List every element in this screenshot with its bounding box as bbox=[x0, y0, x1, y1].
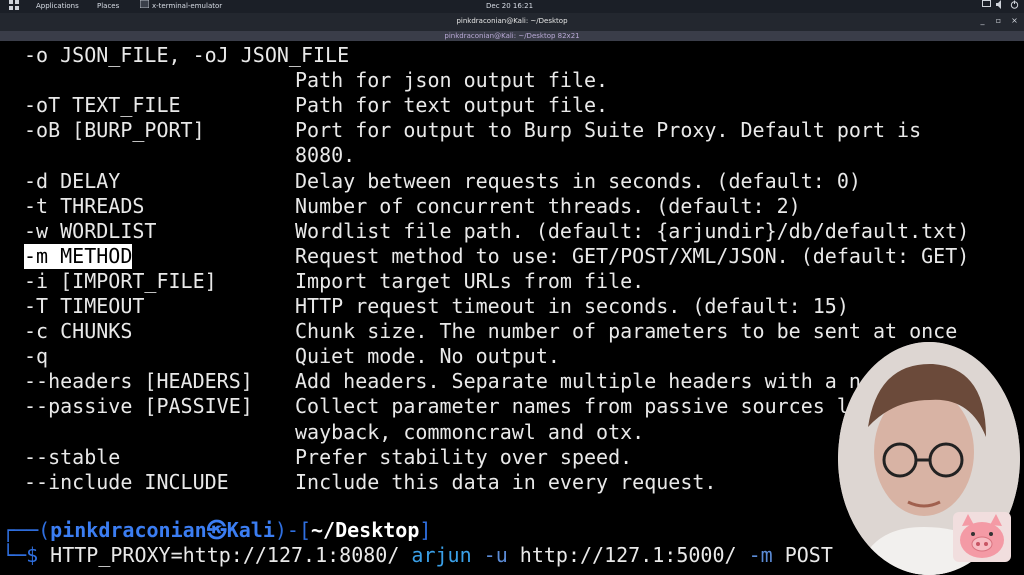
option-description: Add headers. Separate multiple headers w… bbox=[295, 369, 861, 394]
option-flag: -T TIMEOUT bbox=[24, 294, 145, 318]
option-description: Import target URLs from file. bbox=[295, 268, 645, 293]
taskbar-item-terminal[interactable]: x-terminal-emulator bbox=[152, 0, 222, 13]
window-titlebar: pinkdraconian@Kali: ~/Desktop _ ▫ × bbox=[0, 13, 1024, 31]
menu-applications[interactable]: Applications bbox=[36, 0, 79, 13]
clock[interactable]: Dec 20 16:21 bbox=[486, 0, 533, 13]
prompt-corner: ┌──( bbox=[2, 518, 51, 542]
terminal-titlebar: pinkdraconian@Kali: ~/Desktop 82x21 bbox=[0, 31, 1024, 41]
pig-sticker-icon bbox=[953, 512, 1011, 562]
top-panel: Applications Places x-terminal-emulator … bbox=[0, 0, 1024, 13]
option-flag: -d DELAY bbox=[24, 168, 121, 193]
option-flag: -oB [BURP_PORT] bbox=[24, 118, 205, 143]
option-description: Request method to use: GET/POST/XML/JSON… bbox=[295, 243, 970, 268]
terminal-title: pinkdraconian@Kali: ~/Desktop 82x21 bbox=[444, 32, 580, 40]
command-name: arjun bbox=[411, 543, 472, 567]
command-flag-u: -u bbox=[471, 543, 508, 567]
command-method: POST bbox=[772, 543, 833, 567]
option-flag: --passive [PASSIVE] bbox=[24, 394, 253, 419]
screen-icon[interactable] bbox=[982, 0, 991, 13]
prompt-dollar: └─$ bbox=[2, 543, 51, 567]
option-description: Wordlist file path. (default: {arjundir}… bbox=[295, 218, 970, 243]
option-flag-highlighted: -m METHOD bbox=[24, 243, 133, 269]
option-flag: --headers [HEADERS] bbox=[24, 369, 253, 394]
option-flag: --include INCLUDE bbox=[24, 469, 229, 494]
option-flag: -oT TEXT_FILE bbox=[24, 93, 181, 118]
option-description: Include this data in every request. bbox=[295, 469, 717, 494]
terminal-task-icon[interactable] bbox=[139, 0, 150, 13]
close-icon[interactable]: × bbox=[1010, 16, 1019, 25]
maximize-icon[interactable]: ▫ bbox=[994, 16, 1003, 25]
command-flag-m: -m bbox=[748, 543, 773, 567]
option-description: Chunk size. The number of parameters to … bbox=[295, 319, 958, 344]
prompt-line-1: ┌──(pinkdraconian㉿Kali)-[~/Desktop] bbox=[2, 518, 431, 543]
menu-places[interactable]: Places bbox=[97, 0, 119, 13]
option-description: Path for json output file. bbox=[295, 68, 609, 93]
option-description: 8080. bbox=[295, 143, 356, 168]
apps-grid-icon[interactable] bbox=[9, 0, 19, 13]
power-icon[interactable] bbox=[1010, 0, 1019, 13]
option-flag: -q bbox=[24, 344, 49, 369]
prompt-line-2[interactable]: └─$ HTTP_PROXY=http://127.1:8080/ arjun … bbox=[2, 543, 833, 568]
option-description: Collect parameter names from passive sou… bbox=[295, 394, 849, 419]
option-description: Number of concurrent threads. (default: … bbox=[295, 193, 801, 218]
prompt-close-bracket: ] bbox=[419, 518, 432, 542]
option-flag: -o JSON_FILE, -oJ JSON_FILE bbox=[24, 43, 350, 67]
minimize-icon[interactable]: _ bbox=[978, 16, 987, 25]
command-url: http://127.1:5000/ bbox=[507, 543, 749, 567]
option-description: Quiet mode. No output. bbox=[295, 344, 560, 369]
option-flag: -i [IMPORT_FILE] bbox=[24, 268, 217, 293]
option-description: wayback, commoncrawl and otx. bbox=[295, 419, 645, 444]
option-description: HTTP request timeout in seconds. (defaul… bbox=[295, 294, 849, 318]
prompt-host: Kali bbox=[226, 518, 275, 542]
option-flag: --stable bbox=[24, 444, 121, 469]
volume-icon[interactable] bbox=[996, 0, 1004, 13]
option-flag: -t THREADS bbox=[24, 193, 145, 218]
option-description: Delay between requests in seconds. (defa… bbox=[295, 168, 861, 193]
option-description: Port for output to Burp Suite Proxy. Def… bbox=[295, 118, 922, 143]
option-flag: -c CHUNKS bbox=[24, 319, 133, 344]
command-env: HTTP_PROXY=http://127.1:8080/ bbox=[50, 543, 412, 567]
prompt-user: pinkdraconian bbox=[50, 518, 207, 542]
option-description: Prefer stability over speed. bbox=[295, 444, 633, 469]
prompt-path: ~/Desktop bbox=[311, 518, 420, 542]
window-title: pinkdraconian@Kali: ~/Desktop bbox=[456, 17, 568, 25]
option-description: Path for text output file. bbox=[295, 93, 609, 118]
prompt-separator: )-[ bbox=[274, 518, 312, 542]
option-flag: -w WORDLIST bbox=[24, 218, 157, 243]
prompt-at-symbol: ㉿ bbox=[206, 518, 227, 542]
